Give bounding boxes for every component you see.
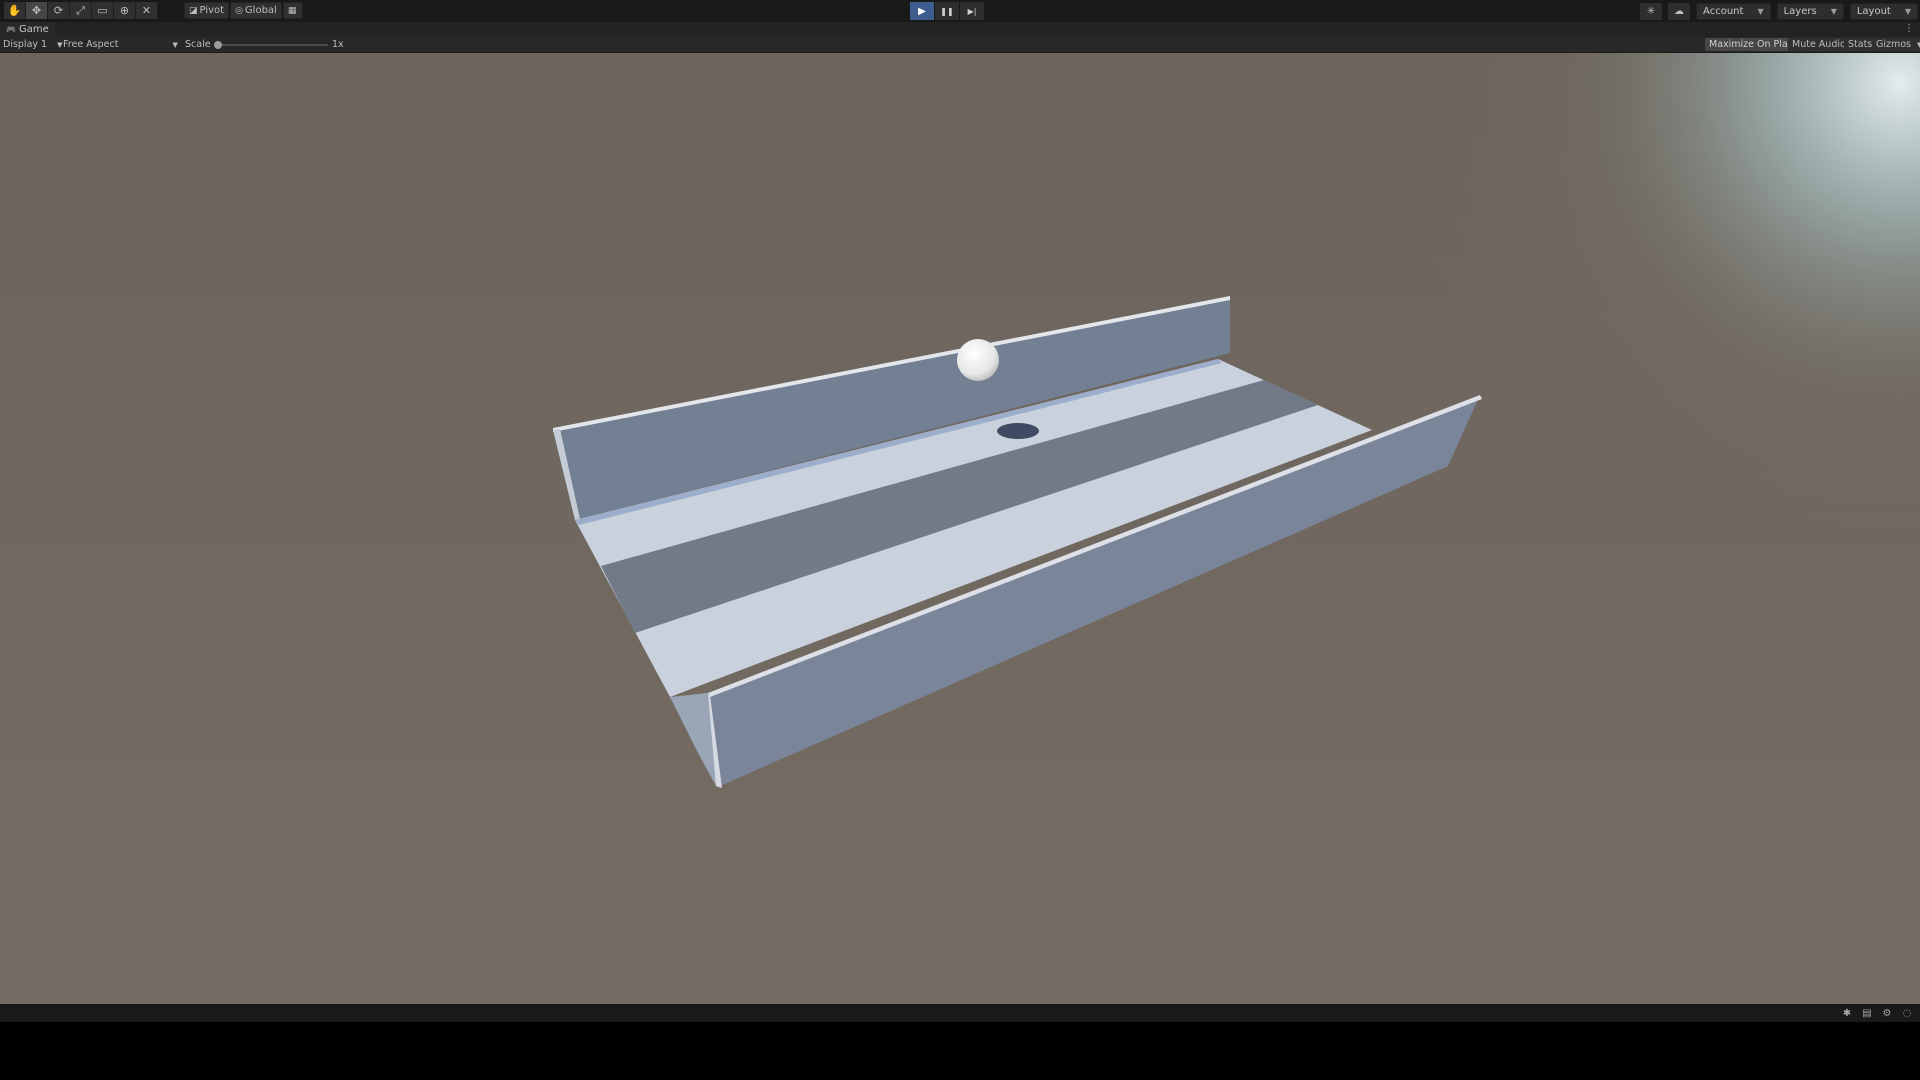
sun-icon: ✳ (1646, 5, 1656, 17)
step-icon: ▶| (967, 6, 977, 16)
grid-icon: ▦ (287, 5, 297, 16)
layout-dropdown[interactable]: Layout ▼ (1849, 2, 1918, 20)
mute-audio-toggle[interactable]: Mute Audio (1788, 38, 1850, 51)
rect-tool-icon[interactable]: ▭ (92, 2, 114, 19)
display-dropdown[interactable]: Display 1 ▼ (3, 38, 62, 51)
layers-dropdown[interactable]: Layers ▼ (1776, 2, 1844, 20)
gamepad-icon: 🎮 (6, 25, 16, 34)
scale-tool-icon[interactable]: ⤢ (70, 2, 92, 19)
right-controls: ✳ ☁ Account ▼ Layers ▼ Layout ▼ (1634, 2, 1918, 20)
tab-game[interactable]: 🎮 Game (0, 22, 55, 37)
chevron-down-icon: ▼ (1830, 6, 1837, 16)
services-button[interactable]: ✳ (1640, 2, 1663, 20)
custom-tool-icon[interactable]: ✕ (136, 2, 158, 19)
chevron-down-icon: ▼ (1757, 6, 1764, 16)
scale-label: Scale (185, 39, 211, 50)
move-tool-icon[interactable]: ✥ (26, 2, 48, 19)
scale-value: 1x (332, 39, 344, 50)
scale-slider-track[interactable] (218, 44, 328, 46)
account-dropdown[interactable]: Account ▼ (1696, 2, 1771, 20)
gizmos-dropdown[interactable]: Gizmos ▼ (1872, 38, 1920, 51)
pivot-toggle[interactable]: ◪ Pivot (184, 2, 230, 19)
rotate-tool-icon[interactable]: ⟳ (48, 2, 70, 19)
chevron-down-icon: ▼ (172, 40, 178, 49)
game-viewport[interactable] (0, 53, 1920, 1004)
transform-tools: ✋ ✥ ⟳ ⤢ ▭ ⊕ ✕ (4, 2, 158, 19)
bottom-panel (0, 1022, 1920, 1080)
tab-menu-icon[interactable]: ⋮ (1904, 23, 1914, 34)
handle-toggles: ◪ Pivot ◎ Global ▦ (184, 2, 304, 19)
pivot-icon: ◪ (189, 5, 198, 16)
network-icon[interactable]: ⚙ (1878, 1006, 1896, 1020)
status-icons: ✱ ▤ ⚙ ◌ (1836, 1006, 1916, 1020)
debug-icon[interactable]: ✱ (1838, 1006, 1856, 1020)
pause-button[interactable]: ❚❚ (935, 2, 959, 20)
maximize-on-play-toggle[interactable]: Maximize On Play (1705, 38, 1798, 51)
progress-icon[interactable]: ◌ (1898, 1006, 1916, 1020)
pause-icon: ❚❚ (940, 6, 954, 16)
global-toggle[interactable]: ◎ Global (230, 2, 282, 19)
transform-tool-icon[interactable]: ⊕ (114, 2, 136, 19)
scale-slider-handle[interactable] (214, 41, 222, 49)
main-toolbar: ✋ ✥ ⟳ ⤢ ▭ ⊕ ✕ ◪ Pivot ◎ Global ▦ ▶ ❚❚ ▶| ✳… (0, 0, 1920, 23)
status-bar: ✱ ▤ ⚙ ◌ (0, 1004, 1920, 1022)
play-icon: ▶ (918, 5, 926, 17)
hole-shadow (997, 423, 1039, 439)
playmode-controls: ▶ ❚❚ ▶| (910, 2, 985, 20)
play-button[interactable]: ▶ (910, 2, 934, 20)
game-view-toolbar: Display 1 ▼ Free Aspect ▼ Scale 1x Maxim… (0, 37, 1920, 53)
chevron-down-icon: ▼ (1904, 6, 1911, 16)
chevron-down-icon: ▼ (57, 40, 63, 49)
step-button[interactable]: ▶| (960, 2, 984, 20)
cloud-button[interactable]: ☁ (1668, 2, 1691, 20)
ball (957, 339, 999, 381)
cache-icon[interactable]: ▤ (1858, 1006, 1876, 1020)
hand-tool-icon[interactable]: ✋ (4, 2, 26, 19)
game-tab-bar: 🎮 Game ⋮ (0, 22, 1920, 37)
globe-icon: ◎ (235, 5, 243, 16)
aspect-dropdown[interactable]: Free Aspect ▼ (63, 38, 178, 51)
cloud-icon: ☁ (1674, 5, 1685, 17)
grid-snap-button[interactable]: ▦ (282, 2, 304, 19)
scene-render (0, 53, 1920, 1004)
